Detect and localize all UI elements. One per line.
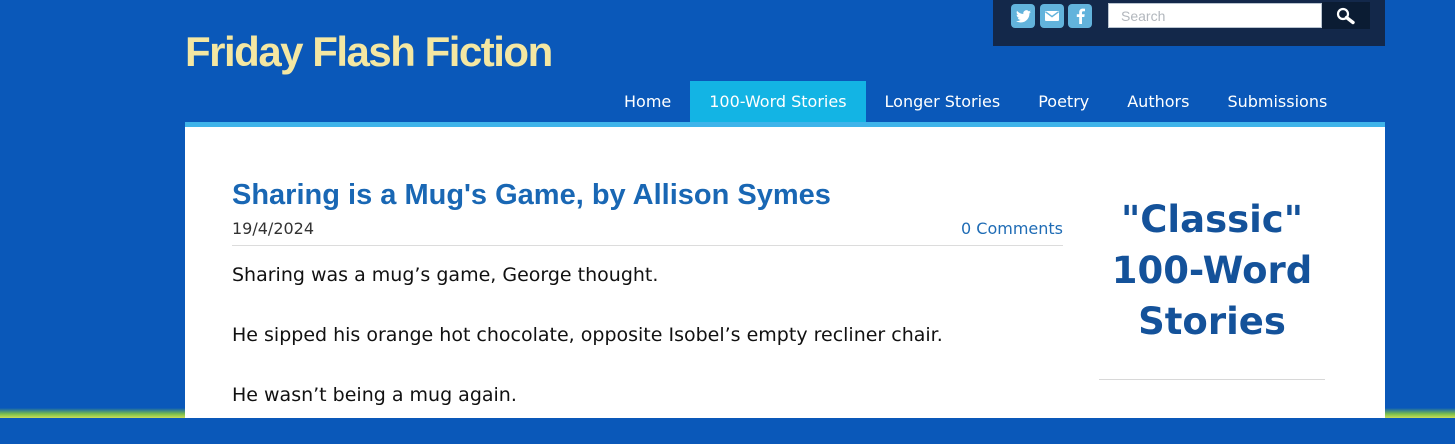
post-paragraph: He sipped his orange hot chocolate, oppo… [232, 324, 943, 346]
nav-item-100-word-stories[interactable]: 100-Word Stories [690, 81, 866, 123]
top-utility-bar [993, 0, 1385, 46]
comments-link[interactable]: 0 Comments [961, 219, 1063, 238]
sidebar-heading: "Classic" 100-Word Stories [1111, 198, 1313, 343]
main-nav: Home 100-Word Stories Longer Stories Poe… [605, 81, 1346, 123]
post-paragraph: Sharing was a mug’s game, George thought… [232, 264, 659, 286]
post-paragraph: He wasn’t being a mug again. [232, 384, 517, 406]
nav-item-poetry[interactable]: Poetry [1019, 81, 1108, 123]
nav-item-submissions[interactable]: Submissions [1208, 81, 1346, 123]
search-input[interactable] [1108, 3, 1322, 28]
nav-item-longer-stories[interactable]: Longer Stories [866, 81, 1020, 123]
post-title[interactable]: Sharing is a Mug's Game, by Allison Syme… [232, 179, 831, 212]
site-title[interactable]: Friday Flash Fiction [185, 28, 553, 76]
content-area: Sharing is a Mug's Game, by Allison Syme… [185, 127, 1385, 418]
post-date: 19/4/2024 [232, 219, 315, 238]
facebook-icon[interactable] [1068, 4, 1092, 28]
nav-item-authors[interactable]: Authors [1108, 81, 1208, 123]
email-icon[interactable] [1040, 4, 1064, 28]
search-button[interactable] [1322, 2, 1370, 29]
sidebar-divider [1099, 379, 1325, 380]
post-body: Sharing was a mug’s game, George thought… [232, 264, 1072, 444]
twitter-icon[interactable] [1011, 4, 1035, 28]
nav-item-home[interactable]: Home [605, 81, 690, 123]
post-divider [232, 245, 1063, 246]
magnifier-icon [1336, 7, 1355, 24]
